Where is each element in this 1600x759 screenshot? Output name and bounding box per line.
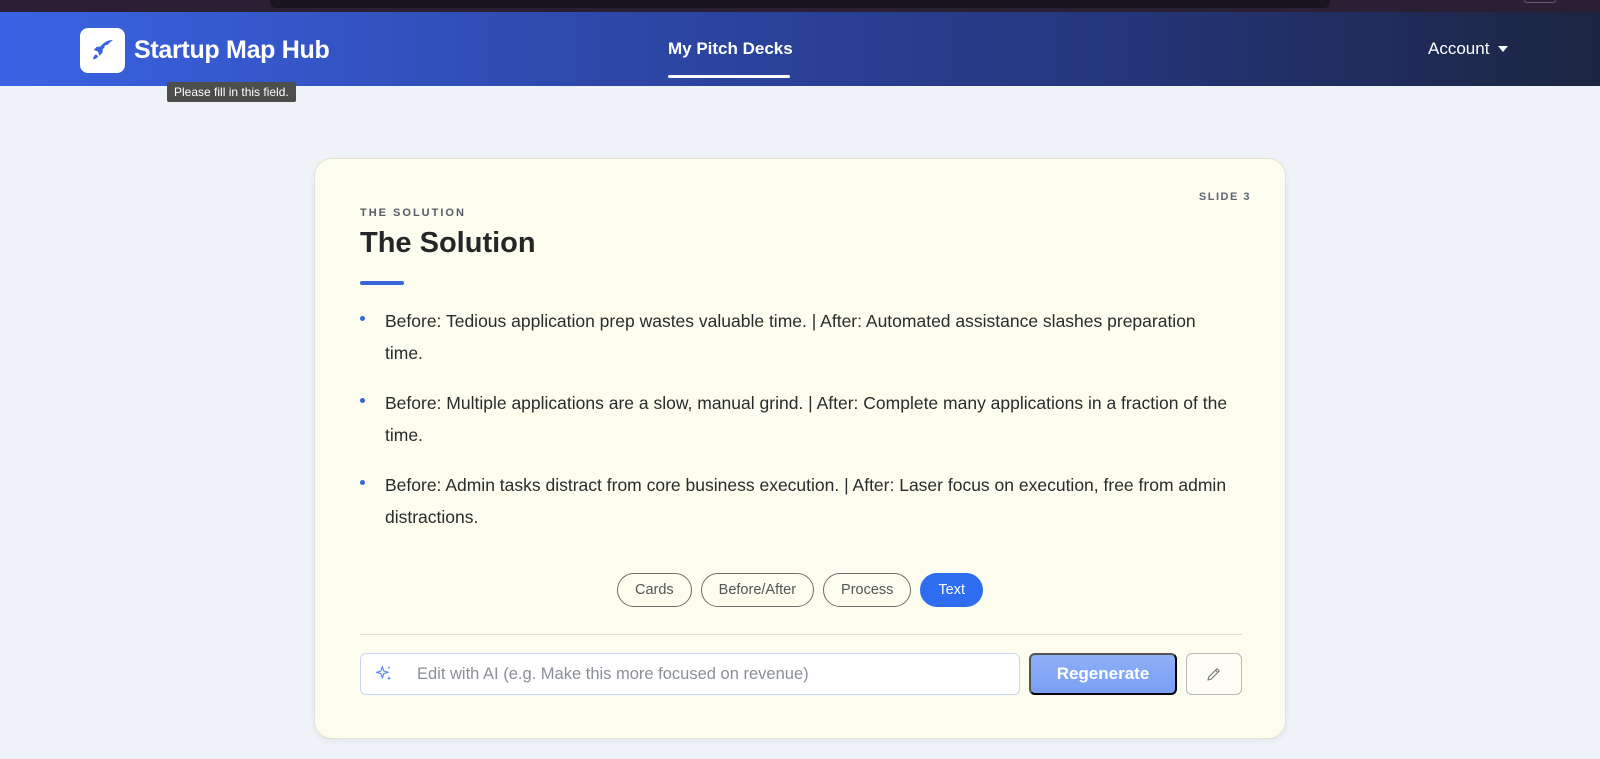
- sparkle-icon: [375, 665, 392, 681]
- bullet-item: Before: Admin tasks distract from core b…: [360, 469, 1230, 533]
- divider: [360, 634, 1242, 635]
- bullet-item: Before: Tedious application prep wastes …: [360, 305, 1230, 369]
- caret-down-icon: [1498, 46, 1509, 52]
- pencil-icon: [1207, 668, 1220, 681]
- layout-before-after-button[interactable]: Before/After: [700, 573, 815, 607]
- browser-button[interactable]: [1524, 0, 1556, 3]
- bullet-item: Before: Multiple applications are a slow…: [360, 387, 1230, 451]
- layout-switcher: Cards Before/After Process Text: [315, 573, 1285, 607]
- rocket-icon: [80, 27, 125, 73]
- ai-edit-input[interactable]: Edit with AI (e.g. Make this more focuse…: [360, 653, 1020, 695]
- bullet-text: Before: Tedious application prep wastes …: [385, 311, 1196, 363]
- bullet-text: Before: Admin tasks distract from core b…: [385, 475, 1227, 527]
- layout-cards-button[interactable]: Cards: [616, 573, 692, 607]
- top-navbar: Startup Map Hub My Pitch Decks Account: [0, 12, 1600, 86]
- ai-edit-placeholder: Edit with AI (e.g. Make this more focuse…: [417, 664, 809, 683]
- brand[interactable]: Startup Map Hub: [80, 27, 330, 73]
- bullet-dot: [360, 398, 365, 403]
- account-menu[interactable]: Account: [1428, 39, 1509, 59]
- slide-eyebrow: THE SOLUTION: [360, 207, 466, 219]
- layout-process-button[interactable]: Process: [823, 573, 912, 607]
- browser-chrome: [0, 0, 1600, 12]
- account-label: Account: [1428, 39, 1490, 58]
- slide-title: The Solution: [360, 227, 536, 259]
- slide-card: SLIDE 3 THE SOLUTION The Solution Before…: [314, 158, 1286, 739]
- slide-number: SLIDE 3: [1198, 191, 1251, 203]
- title-accent-rule: [360, 281, 404, 285]
- bullet-text: Before: Multiple applications are a slow…: [385, 393, 1228, 445]
- nav-my-pitch-decks[interactable]: My Pitch Decks: [668, 39, 793, 59]
- regenerate-button[interactable]: Regenerate: [1029, 653, 1177, 695]
- layout-text-button[interactable]: Text: [920, 573, 984, 607]
- bullet-list: Before: Tedious application prep wastes …: [360, 305, 1230, 551]
- validation-tooltip: Please fill in this field.: [167, 82, 296, 102]
- browser-address-bar: [270, 0, 1330, 8]
- bullet-dot: [360, 316, 365, 321]
- bullet-dot: [360, 480, 365, 485]
- edit-slide-button[interactable]: [1186, 653, 1242, 695]
- brand-name: Startup Map Hub: [134, 35, 330, 64]
- active-nav-underline: [668, 75, 790, 78]
